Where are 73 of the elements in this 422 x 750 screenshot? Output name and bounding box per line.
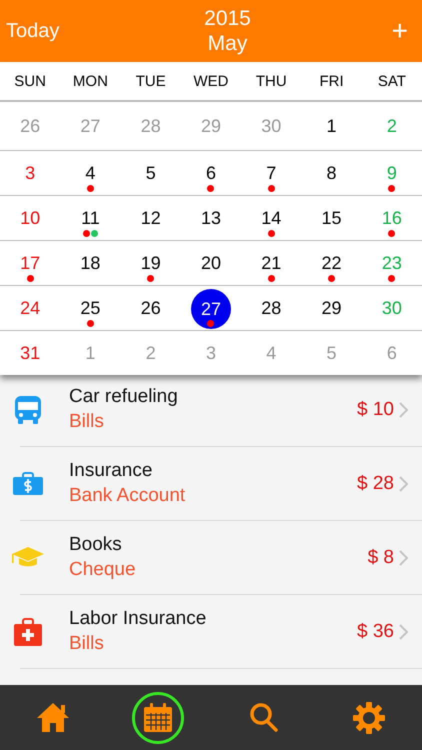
entry-title: Labor Insurance: [69, 608, 208, 630]
chevron-right-icon: [398, 402, 408, 418]
weekday-label: SUN: [14, 72, 46, 90]
day-number[interactable]: 27: [74, 110, 106, 142]
bus-icon: [12, 394, 44, 426]
account-name: Bills: [69, 633, 105, 655]
amount-label: $ 10: [357, 398, 394, 420]
weekday-label: SAT: [378, 72, 406, 90]
weekday-label: FRI: [319, 72, 344, 90]
chevron-right-icon: [398, 550, 408, 566]
day-number[interactable]: 4: [74, 157, 106, 189]
day-number[interactable]: 20: [194, 247, 227, 279]
day-number[interactable]: 22: [316, 247, 348, 279]
year-label: 2015: [204, 6, 251, 31]
day-number[interactable]: 10: [14, 202, 46, 234]
first-aid-kit-icon: [12, 616, 44, 648]
settings-icon: [351, 700, 388, 736]
day-number[interactable]: 26: [14, 110, 46, 142]
day-number[interactable]: 6: [376, 337, 408, 369]
account-name: Bills: [69, 411, 105, 433]
day-number[interactable]: 17: [14, 247, 46, 279]
day-number[interactable]: 28: [134, 110, 167, 142]
day-number[interactable]: 5: [134, 157, 167, 189]
day-number[interactable]: 3: [14, 157, 46, 189]
day-number[interactable]: 16: [376, 202, 408, 234]
day-number[interactable]: 6: [194, 157, 227, 189]
day-number[interactable]: 24: [14, 292, 46, 324]
day-number[interactable]: 11: [74, 202, 106, 234]
day-number[interactable]: 28: [255, 292, 288, 324]
add-button[interactable]: +: [378, 15, 422, 47]
entry-title: Car refueling: [69, 386, 179, 408]
day-number[interactable]: 8: [316, 157, 348, 189]
day-number[interactable]: 18: [74, 247, 106, 279]
today-button[interactable]: Today: [0, 20, 66, 42]
amount-label: $ 28: [357, 472, 394, 494]
day-number[interactable]: 13: [194, 202, 227, 234]
day-number[interactable]: 29: [194, 110, 227, 142]
day-number[interactable]: 14: [255, 202, 288, 234]
weekday-label: WED: [193, 72, 228, 90]
day-number[interactable]: 1: [74, 337, 106, 369]
account-name: Bank Account: [69, 485, 186, 507]
day-number[interactable]: 7: [255, 157, 288, 189]
chevron-right-icon: [398, 624, 408, 640]
weekday-label: TUE: [136, 72, 166, 90]
weekday-label: THU: [256, 72, 287, 90]
day-number[interactable]: 25: [74, 292, 106, 324]
day-number[interactable]: 3: [194, 337, 227, 369]
day-number[interactable]: 30: [376, 292, 408, 324]
day-number[interactable]: 30: [255, 110, 288, 142]
day-number[interactable]: 26: [134, 292, 167, 324]
account-name: Cheque: [69, 559, 137, 581]
entry-title: Books: [69, 534, 123, 556]
day-number[interactable]: 27: [190, 289, 231, 329]
day-number[interactable]: 5: [316, 337, 348, 369]
day-number[interactable]: 12: [134, 202, 167, 234]
amount-label: $ 36: [357, 620, 394, 642]
weekday-label: MON: [72, 72, 108, 90]
day-number[interactable]: 2: [134, 337, 167, 369]
day-number[interactable]: 15: [316, 202, 348, 234]
day-number[interactable]: 1: [316, 110, 348, 142]
entry-title: Insurance: [69, 460, 154, 482]
day-number[interactable]: 19: [134, 247, 167, 279]
day-number[interactable]: 23: [376, 247, 408, 279]
day-number[interactable]: 9: [376, 157, 408, 189]
day-number[interactable]: 31: [14, 337, 46, 369]
day-number[interactable]: 2: [376, 110, 408, 142]
tab-button[interactable]: [132, 692, 184, 744]
amount-label: $ 8: [368, 546, 394, 568]
chevron-right-icon: [398, 476, 408, 492]
day-number[interactable]: 29: [316, 292, 348, 324]
day-number[interactable]: 4: [255, 337, 288, 369]
month-label: May: [208, 31, 248, 56]
day-number[interactable]: 21: [255, 247, 288, 279]
